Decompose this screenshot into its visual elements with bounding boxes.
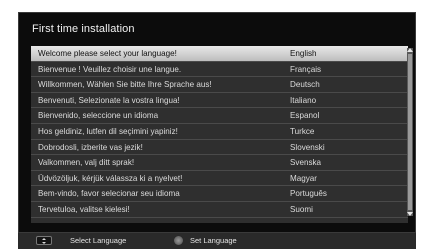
scrollbar-thumb[interactable] — [408, 54, 412, 210]
language-row[interactable]: Tervetuloa, valitse kielesi! Suomi — [31, 202, 408, 218]
scroll-up-arrow-icon[interactable] — [407, 48, 413, 52]
language-name: Svenska — [290, 158, 322, 168]
language-row[interactable]: Valkommen, valj ditt sprak! Svenska — [31, 155, 408, 171]
language-name: Slovenski — [290, 142, 325, 152]
language-row[interactable]: Bienvenue ! Veuillez choisir une langue.… — [31, 62, 408, 78]
language-row-selected[interactable]: Welcome please select your language! Eng… — [31, 46, 408, 62]
page-title: First time installation — [32, 23, 135, 35]
welcome-phrase: Bienvenido, seleccione un idioma — [38, 111, 159, 121]
select-language-hint: Select Language — [70, 236, 127, 245]
ok-button-icon — [174, 236, 183, 245]
welcome-phrase: Tervetuloa, valitse kielesi! — [38, 204, 130, 214]
language-name: Italiano — [290, 95, 317, 105]
up-down-key-icon — [36, 236, 52, 245]
list-scrollbar[interactable] — [407, 48, 413, 216]
welcome-phrase: Willkommen, Wählen Sie bitte Ihre Sprach… — [38, 80, 212, 90]
welcome-phrase: Hos geldiniz, lutfen dil seçimini yapini… — [38, 126, 178, 136]
set-language-hint: Set Language — [190, 236, 237, 245]
language-name: Turkce — [290, 126, 315, 136]
welcome-phrase: Üdvözöljuk, kérjük válassza ki a nyelvet… — [38, 173, 183, 183]
language-name: Suomi — [290, 204, 313, 214]
welcome-phrase: Dobrodosli, izberite vas jezik! — [38, 142, 143, 152]
language-name: Magyar — [290, 173, 317, 183]
language-name: Français — [290, 64, 322, 74]
language-name: Deutsch — [290, 80, 320, 90]
language-row[interactable]: Hos geldiniz, lutfen dil seçimini yapini… — [31, 124, 408, 140]
language-name: Português — [290, 189, 327, 199]
language-row[interactable]: Dobrodosli, izberite vas jezik! Slovensk… — [31, 140, 408, 156]
language-name: Espanol — [290, 111, 320, 121]
language-row[interactable]: Benvenuti, Selezionate la vostra lingua!… — [31, 93, 408, 109]
welcome-phrase: Welcome please select your language! — [38, 49, 177, 58]
language-row[interactable]: Willkommen, Wählen Sie bitte Ihre Sprach… — [31, 77, 408, 93]
language-row[interactable]: Bem-vindo, favor selecionar seu idioma P… — [31, 186, 408, 202]
key-hint-bar: Select Language Set Language — [18, 233, 416, 249]
language-row[interactable]: Üdvözöljuk, kérjük válassza ki a nyelvet… — [31, 171, 408, 187]
welcome-phrase: Bem-vindo, favor selecionar seu idioma — [38, 189, 180, 199]
language-row[interactable]: Bienvenido, seleccione un idioma Espanol — [31, 108, 408, 124]
language-list[interactable]: Welcome please select your language! Eng… — [31, 46, 408, 223]
language-name: English — [290, 49, 317, 58]
installation-dialog: First time installation Welcome please s… — [18, 12, 416, 233]
welcome-phrase: Benvenuti, Selezionate la vostra lingua! — [38, 95, 180, 105]
scroll-down-arrow-icon[interactable] — [407, 212, 413, 216]
welcome-phrase: Bienvenue ! Veuillez choisir une langue. — [38, 64, 182, 74]
welcome-phrase: Valkommen, valj ditt sprak! — [38, 158, 135, 168]
